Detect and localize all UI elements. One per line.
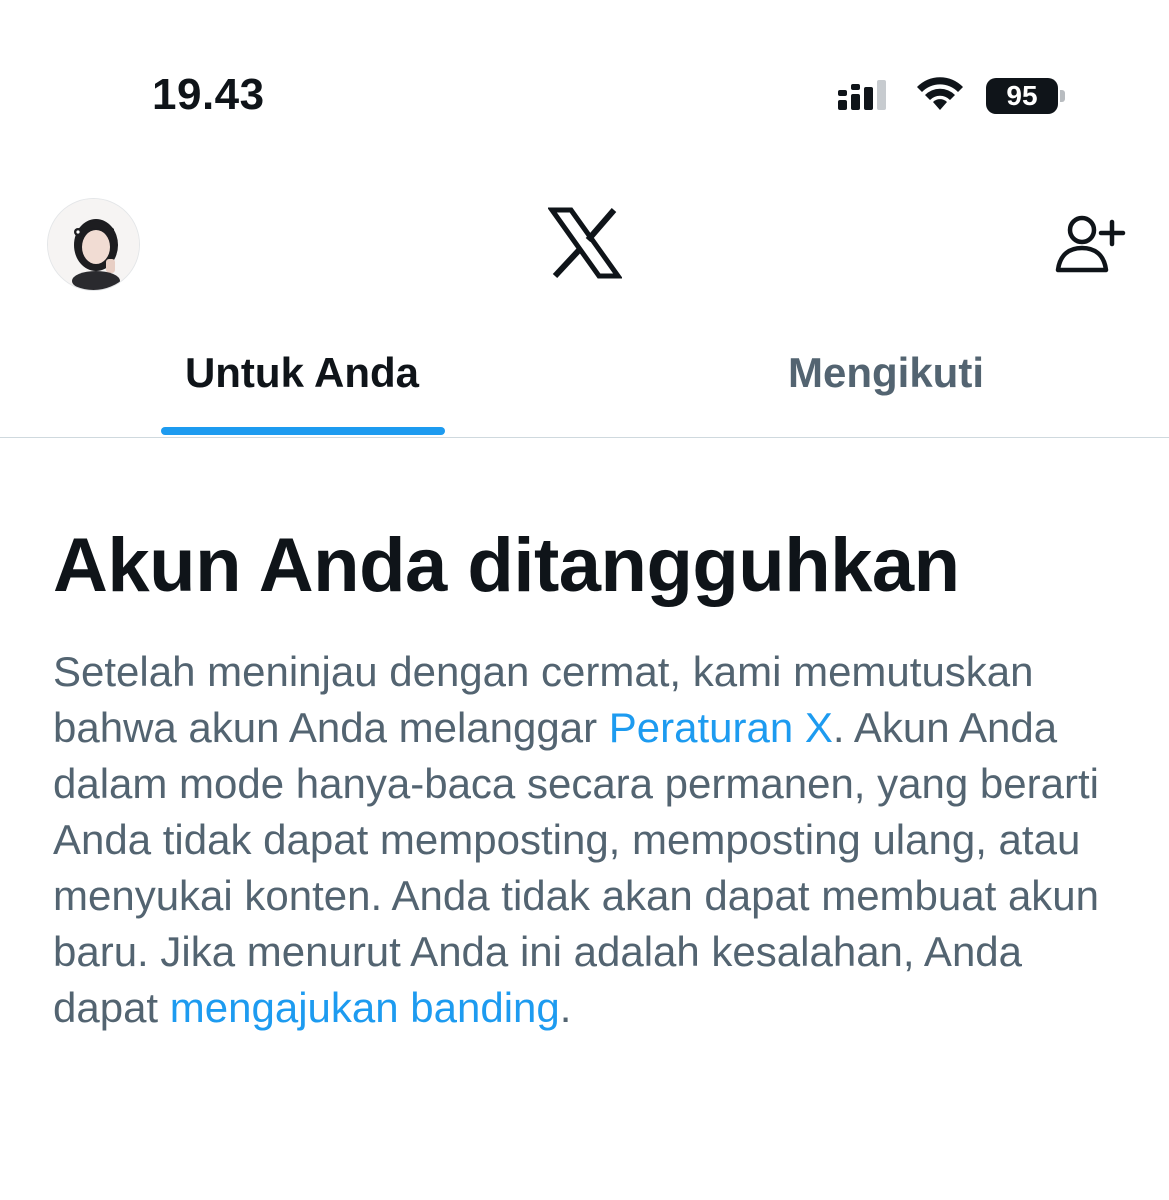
battery-indicator: 95 [986, 78, 1066, 114]
wifi-icon [917, 77, 963, 110]
active-tab-indicator [161, 427, 445, 435]
battery-cap [1060, 90, 1065, 102]
notice-body: Setelah meninjau dengan cermat, kami mem… [53, 644, 1123, 1036]
status-bar: 19.43 95 [0, 0, 1169, 190]
cellular-signal-icon [838, 80, 886, 110]
avatar-image [48, 199, 139, 290]
x-logo-icon[interactable] [548, 206, 622, 280]
rules-link[interactable]: Peraturan X [609, 704, 833, 751]
tab-for-you[interactable]: Untuk Anda [0, 330, 604, 437]
appeal-link[interactable]: mengajukan banding [170, 984, 560, 1031]
suspension-notice: Akun Anda ditangguhkan Setelah meninjau … [53, 522, 1123, 1036]
notice-text-3: . [559, 984, 572, 1031]
tab-label-for-you: Untuk Anda [184, 349, 420, 396]
notice-title: Akun Anda ditangguhkan [53, 523, 960, 608]
tab-label-following: Mengikuti [788, 349, 984, 396]
avatar[interactable] [47, 198, 140, 291]
battery-level: 95 [986, 78, 1058, 114]
status-time: 19.43 [152, 70, 265, 119]
tab-following[interactable]: Mengikuti [584, 330, 1169, 437]
add-user-icon[interactable] [1054, 212, 1128, 276]
timeline-tabs: Untuk Anda Mengikuti [0, 330, 1169, 438]
notice-text-2: . Akun Anda dalam mode hanya-baca secara… [53, 704, 1100, 1031]
